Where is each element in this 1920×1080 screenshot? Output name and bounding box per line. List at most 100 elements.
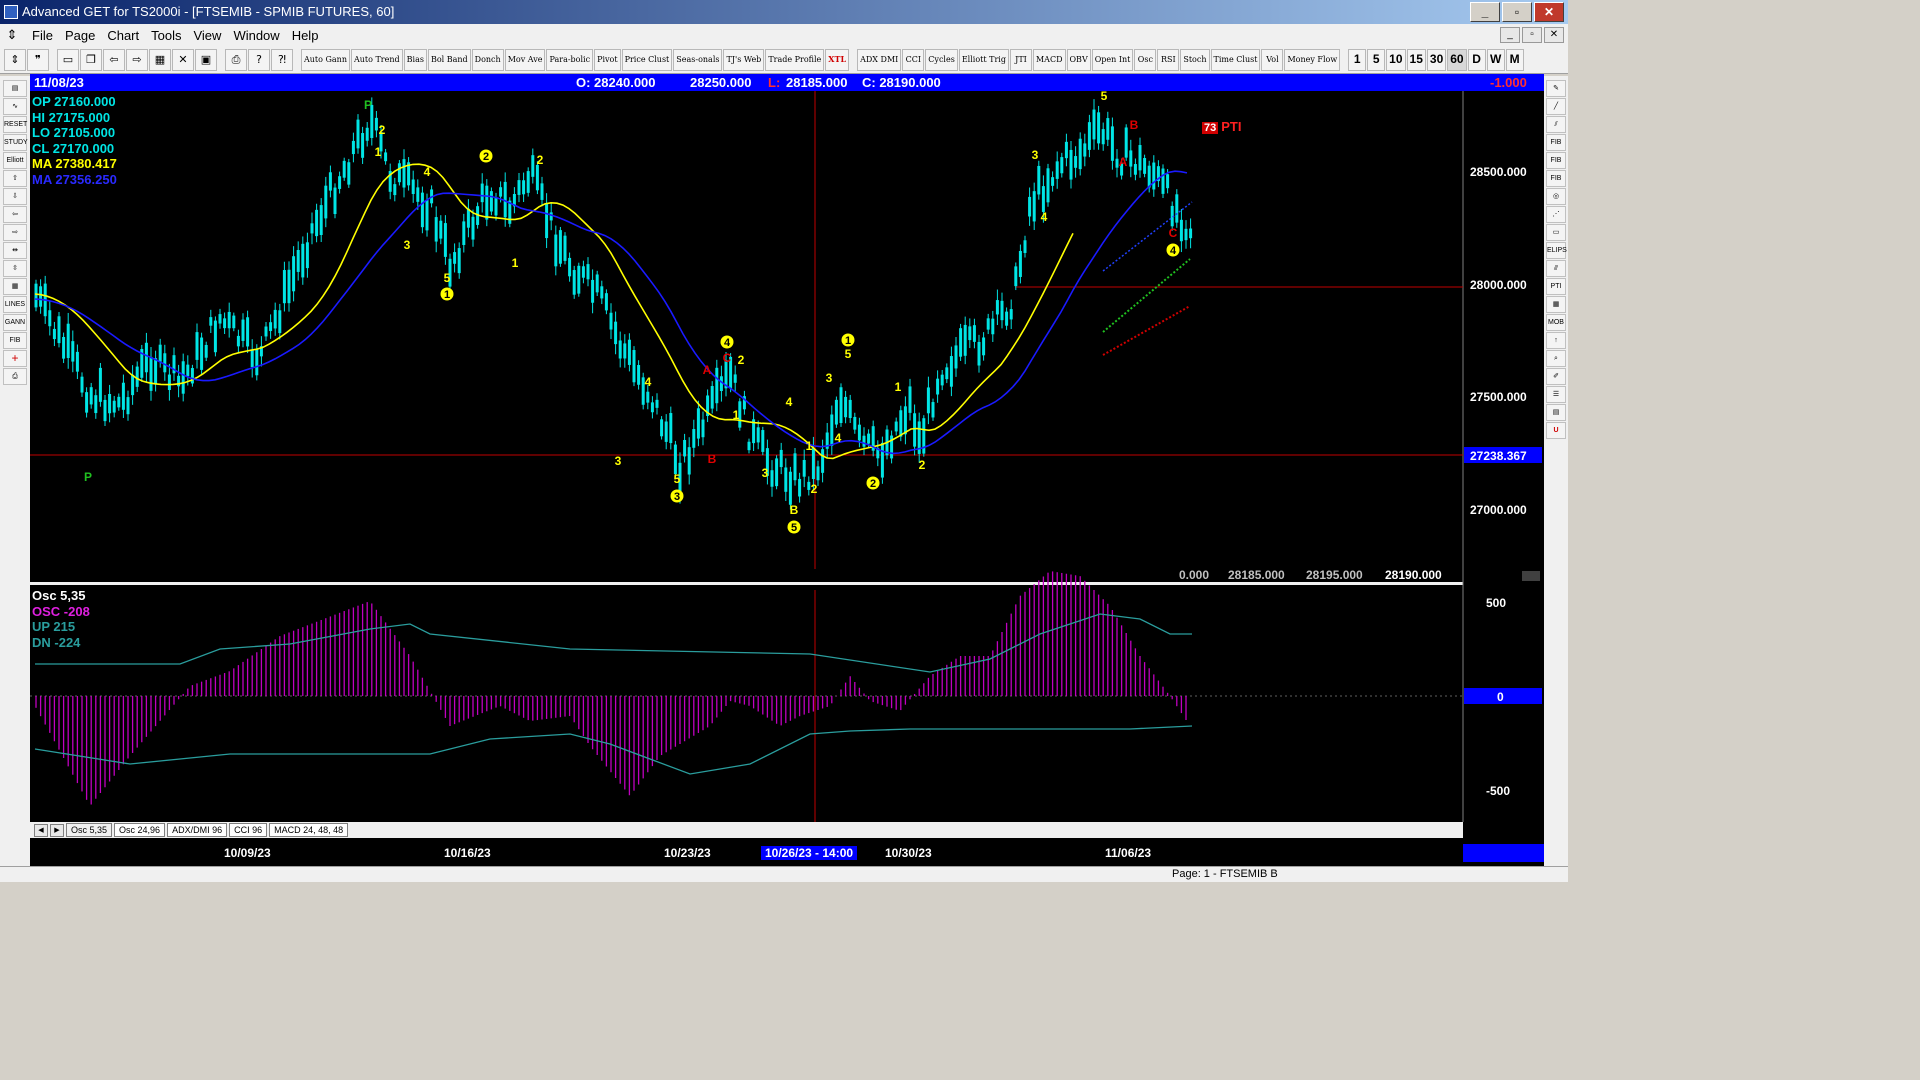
marker-icon[interactable]: ✐ xyxy=(1546,368,1566,385)
macd-button[interactable]: MACD xyxy=(1032,48,1066,71)
bol-band-button[interactable]: Bol Band xyxy=(427,48,471,71)
tab-scroll-left-button[interactable]: ◀ xyxy=(34,823,48,837)
tab-scroll-right-button[interactable]: ▶ xyxy=(50,823,64,837)
arrow-left-icon[interactable]: ⇦ xyxy=(3,206,27,223)
close-button[interactable]: ✕ xyxy=(1534,2,1564,22)
tab-osc-24-96[interactable]: Osc 24,96 xyxy=(114,823,166,837)
elliott-trig-button[interactable]: Elliott Trig xyxy=(958,48,1009,71)
mdi-close-button[interactable]: ✕ xyxy=(1544,27,1564,43)
vol-button[interactable]: Vol xyxy=(1261,48,1284,71)
auto-gann-button[interactable]: Auto Gann xyxy=(301,48,350,71)
print-page-icon[interactable]: ⎙ xyxy=(3,368,27,385)
magnet-icon[interactable]: U xyxy=(1546,422,1566,439)
timeframe-daily-button[interactable]: D xyxy=(1467,48,1486,71)
osc-button[interactable]: Osc xyxy=(1134,48,1157,71)
timeframe-60-button[interactable]: 60 xyxy=(1447,48,1467,71)
mdi-minimize-button[interactable]: _ xyxy=(1500,27,1520,43)
zoom-icon[interactable]: ⌕ xyxy=(1546,350,1566,367)
tab-macd[interactable]: MACD 24, 48, 48 xyxy=(269,823,349,837)
chart-window[interactable]: 11/08/23 O: 28240.000 28250.000 L: 28185… xyxy=(30,74,1544,866)
timeframe-10-button[interactable]: 10 xyxy=(1386,48,1406,71)
timeframe-monthly-button[interactable]: M xyxy=(1505,48,1524,71)
fan-tool-icon[interactable]: ⋰ xyxy=(1546,206,1566,223)
ellipse-tool-icon[interactable]: ELIPS xyxy=(1546,242,1567,259)
trade-profile-button[interactable]: Trade Profile xyxy=(765,48,825,71)
minimize-button[interactable]: _ xyxy=(1470,2,1500,22)
back-icon[interactable]: ⇦ xyxy=(103,48,125,71)
gann-icon[interactable]: GANN xyxy=(3,314,27,331)
tjs-web-button[interactable]: TJ's Web xyxy=(723,48,765,71)
delete-icon[interactable]: ✕ xyxy=(172,48,194,71)
mov-ave-button[interactable]: Mov Ave xyxy=(504,48,546,71)
save-icon[interactable]: ▣ xyxy=(195,48,217,71)
seasonals-button[interactable]: Seas-onals xyxy=(673,48,723,71)
document-icon[interactable]: ⇕ xyxy=(4,27,20,43)
menu-tools[interactable]: Tools xyxy=(145,28,187,43)
timeframe-15-button[interactable]: 15 xyxy=(1406,48,1426,71)
timeframe-weekly-button[interactable]: W xyxy=(1486,48,1505,71)
menu-file[interactable]: File xyxy=(26,28,59,43)
arrow-up-icon[interactable]: ⇧ xyxy=(3,170,27,187)
maximize-button[interactable]: ▫ xyxy=(1502,2,1532,22)
cycles-button[interactable]: Cycles xyxy=(925,48,958,71)
adx-dmi-button[interactable]: ADX DMI xyxy=(857,48,902,71)
obv-button[interactable]: OBV xyxy=(1066,48,1091,71)
pivot-button[interactable]: Pivot xyxy=(594,48,621,71)
expand-horizontal-icon[interactable]: ⇹ xyxy=(3,242,27,259)
xtl-button[interactable]: XTL xyxy=(825,48,850,71)
parabolic-button[interactable]: Para-bolic xyxy=(546,48,594,71)
gann-fan-icon[interactable]: ⫻ xyxy=(1546,260,1566,277)
fib-time-icon[interactable]: FIB TIME xyxy=(1546,170,1566,197)
money-flow-button[interactable]: Money Flow xyxy=(1284,48,1341,71)
arrow-down-icon[interactable]: ⇩ xyxy=(3,188,27,205)
timeframe-1-button[interactable]: 1 xyxy=(1348,48,1367,71)
print-icon[interactable]: ⎙ xyxy=(225,48,247,71)
expand-vertical-icon[interactable]: ⇳ xyxy=(3,260,27,277)
stoch-button[interactable]: Stoch xyxy=(1180,48,1210,71)
table-icon[interactable]: ▦ xyxy=(3,278,27,295)
arrow-right-icon[interactable]: ⇨ xyxy=(3,224,27,241)
fib-ret-icon[interactable]: FIB RET xyxy=(1546,134,1566,161)
tab-cci-96[interactable]: CCI 96 xyxy=(229,823,268,837)
cycle-tool-icon[interactable]: ◎ xyxy=(1546,188,1566,205)
copy-icon[interactable]: ❐ xyxy=(80,48,102,71)
jti-button[interactable]: JTI xyxy=(1009,48,1032,71)
rsi-button[interactable]: RSI xyxy=(1157,48,1180,71)
timeframe-30-button[interactable]: 30 xyxy=(1426,48,1447,71)
help-icon[interactable]: ? xyxy=(248,48,270,71)
channel-tool-icon[interactable]: ⫽ xyxy=(1546,116,1566,133)
pencil-icon[interactable]: ✎ xyxy=(1546,80,1566,97)
mob-tool-icon[interactable]: MOB xyxy=(1546,314,1566,331)
cursor-icon[interactable]: ⇕ xyxy=(4,48,26,71)
price-clust-button[interactable]: Price Clust xyxy=(621,48,673,71)
grid-icon[interactable]: ▦ xyxy=(149,48,171,71)
time-clust-button[interactable]: Time Clust xyxy=(1210,48,1261,71)
line-tool-icon[interactable]: ╱ xyxy=(1546,98,1566,115)
tab-osc-5-35[interactable]: Osc 5,35 xyxy=(66,823,113,837)
menu-view[interactable]: View xyxy=(187,28,227,43)
fib-icon[interactable]: FIB xyxy=(3,332,27,349)
quote-icon[interactable]: ❞ xyxy=(27,48,49,71)
grid-tool-icon[interactable]: ▦ xyxy=(1546,296,1566,313)
pti-tool-icon[interactable]: PTI xyxy=(1546,278,1566,295)
lines-icon[interactable]: LINES xyxy=(3,296,27,313)
fib-ext-icon[interactable]: FIB EXT xyxy=(1546,152,1566,179)
new-page-icon[interactable]: ▭ xyxy=(57,48,79,71)
donch-button[interactable]: Donch xyxy=(471,48,504,71)
reset-icon[interactable]: RESET xyxy=(3,116,27,133)
wave-icon[interactable]: ∿ xyxy=(3,98,27,115)
list-icon[interactable]: ☰ xyxy=(1546,386,1566,403)
cci-button[interactable]: CCI xyxy=(902,48,925,71)
notes-icon[interactable]: ▤ xyxy=(1546,404,1566,421)
menu-page[interactable]: Page xyxy=(59,28,101,43)
menu-window[interactable]: Window xyxy=(227,28,285,43)
crosshair-icon[interactable]: + xyxy=(3,350,27,367)
study-icon[interactable]: STUDY xyxy=(3,134,28,151)
timeframe-5-button[interactable]: 5 xyxy=(1367,48,1386,71)
elliott-icon[interactable]: Elliott xyxy=(3,152,27,169)
bias-button[interactable]: Bias xyxy=(403,48,427,71)
menu-help[interactable]: Help xyxy=(286,28,325,43)
tab-adx-dmi-96[interactable]: ADX/DMI 96 xyxy=(167,823,228,837)
open-folder-icon[interactable]: ▤ xyxy=(3,80,27,97)
forward-icon[interactable]: ⇨ xyxy=(126,48,148,71)
